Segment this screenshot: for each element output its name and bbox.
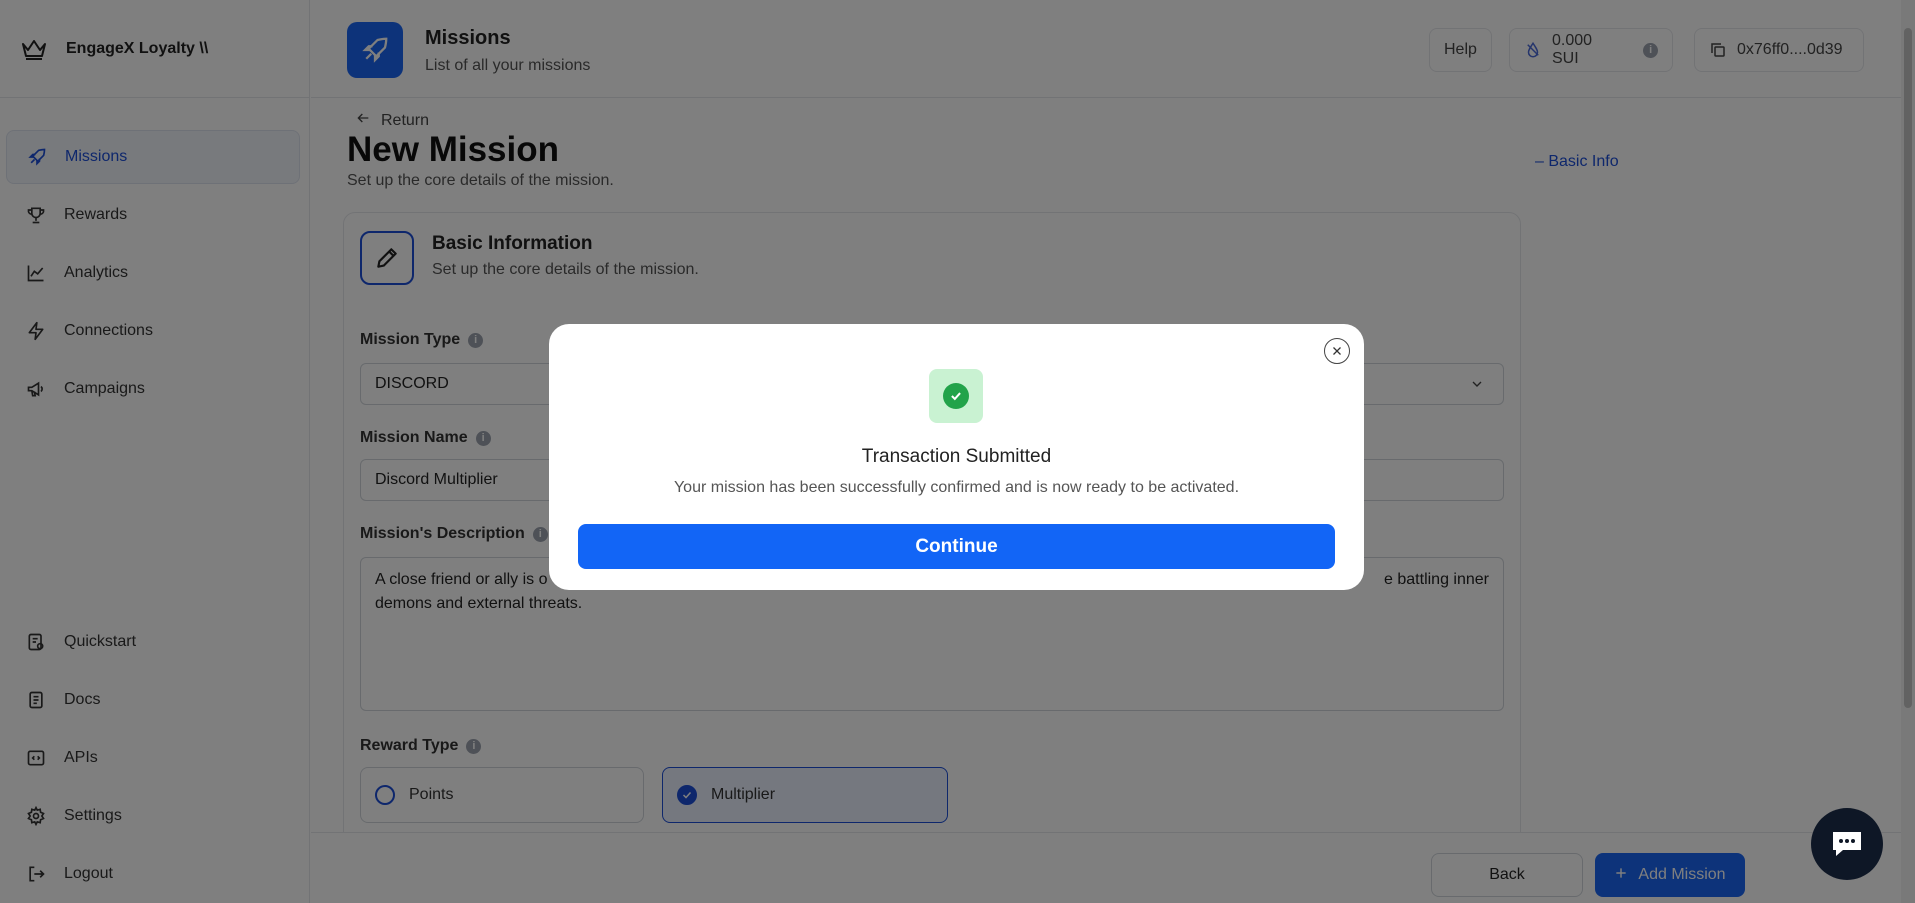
chat-icon (1833, 832, 1861, 856)
close-icon[interactable] (1324, 338, 1350, 364)
modal-message: Your mission has been successfully confi… (673, 479, 1240, 496)
continue-button[interactable]: Continue (578, 524, 1335, 569)
chat-widget-button[interactable] (1811, 808, 1883, 880)
check-circle-icon (943, 383, 969, 409)
transaction-modal: Transaction Submitted Your mission has b… (549, 324, 1364, 590)
modal-title: Transaction Submitted (861, 446, 1052, 467)
success-tile (929, 369, 983, 423)
